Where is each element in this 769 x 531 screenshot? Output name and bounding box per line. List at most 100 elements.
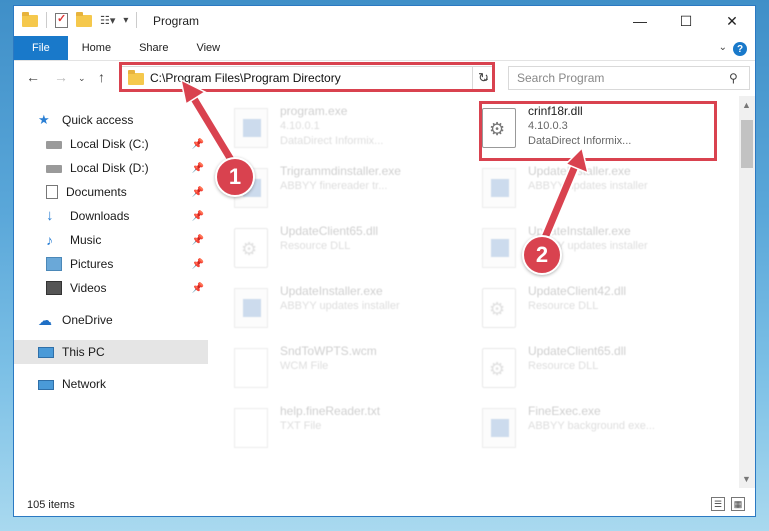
file-item[interactable]: UpdateInstaller.exe ABBYY updates instal… (482, 164, 712, 220)
nav-item-onedrive[interactable]: ☁ OneDrive (14, 308, 208, 332)
nav-item-label: Local Disk (D:) (70, 161, 149, 175)
nav-item-pictures[interactable]: Pictures 📌 (14, 252, 208, 276)
forward-arrow-icon[interactable]: → (54, 69, 68, 85)
file-item[interactable]: UpdateClient65.dll Resource DLL (482, 344, 712, 400)
file-item[interactable]: UpdateClient65.dll Resource DLL (234, 224, 464, 280)
file-name: UpdateInstaller.exe (528, 164, 631, 178)
file-item[interactable]: help.fineReader.txt TXT File (234, 404, 464, 460)
nav-item-network[interactable]: Network (14, 372, 208, 396)
nav-item-label: Pictures (70, 257, 114, 271)
nav-item-this-pc[interactable]: This PC (14, 340, 208, 364)
title-bar: ☷▾ ▾ Program — ☐ ✕ (14, 6, 755, 36)
pin-icon: 📌 (191, 282, 204, 294)
details-view-icon[interactable]: ☰ (711, 497, 725, 511)
recent-dropdown-icon[interactable]: ⌄ (78, 73, 86, 84)
file-name: help.fineReader.txt (280, 404, 381, 418)
back-arrow-icon[interactable]: ← (26, 69, 40, 85)
step-badge-2: 2 (522, 235, 562, 275)
minimize-button[interactable]: — (617, 6, 663, 36)
file-description: WCM File (280, 360, 329, 372)
file-item[interactable]: program.exe 4.10.0.1 DataDirect Informix… (234, 104, 464, 160)
pictures-icon (46, 257, 62, 271)
nav-item-label: Documents (66, 185, 127, 199)
separator (46, 12, 47, 28)
exe-file-icon (482, 408, 516, 448)
maximize-button[interactable]: ☐ (663, 6, 709, 36)
nav-item-quick-access[interactable]: ★ Quick access (14, 108, 208, 132)
pin-icon: 📌 (191, 234, 204, 246)
new-folder-icon[interactable] (76, 12, 92, 27)
nav-item-videos[interactable]: Videos 📌 (14, 276, 208, 300)
pin-icon: 📌 (191, 210, 204, 222)
expand-ribbon-icon[interactable]: ⌄ (719, 42, 727, 53)
toolbar-dropdown-icon[interactable]: ▾ (123, 15, 128, 26)
navigation-pane: ★ Quick access Local Disk (C:) 📌 Local D… (14, 96, 208, 488)
scroll-up-icon[interactable]: ▲ (742, 100, 751, 110)
document-file-icon (234, 408, 268, 448)
file-item[interactable]: SndToWPTS.wcm WCM File (234, 344, 464, 400)
file-name: UpdateInstaller.exe (280, 284, 383, 298)
tab-share[interactable]: Share (125, 36, 182, 60)
nav-item-label: Network (62, 377, 107, 391)
pin-icon: 📌 (191, 138, 204, 150)
file-description: ABBYY finereader tr... (280, 180, 388, 192)
tab-file[interactable]: File (14, 36, 68, 60)
nav-item-local-disk-c[interactable]: Local Disk (C:) 📌 (14, 132, 208, 156)
pin-icon: 📌 (191, 186, 204, 198)
tab-view[interactable]: View (182, 36, 234, 60)
step-badge-1: 1 (215, 157, 255, 197)
vertical-scrollbar[interactable]: ▲ ▼ (739, 96, 755, 488)
file-item[interactable]: UpdateInstaller.exe ABBYY updates instal… (234, 284, 464, 340)
file-item[interactable]: FineExec.exe ABBYY background exe... (482, 404, 712, 460)
help-button[interactable]: ? (733, 42, 747, 56)
file-name: UpdateClient42.dll (528, 284, 627, 298)
music-icon: ♪ (46, 232, 53, 248)
file-description: DataDirect Informix... (280, 135, 384, 147)
close-button[interactable]: ✕ (709, 6, 755, 36)
file-name: SndToWPTS.wcm (280, 344, 377, 358)
close-icon: ✕ (726, 12, 738, 29)
file-name: UpdateClient65.dll (280, 224, 379, 238)
search-box[interactable]: ⚲ (508, 66, 750, 90)
nav-item-label: Downloads (70, 209, 130, 223)
file-item[interactable]: Trigrammdinstaller.exe ABBYY finereader … (234, 164, 464, 220)
file-item[interactable]: UpdateClient42.dll Resource DLL (482, 284, 712, 340)
exe-file-icon (234, 288, 268, 328)
file-description: ABBYY updates installer (280, 300, 400, 312)
folder-icon (22, 12, 38, 27)
up-arrow-icon[interactable]: ↑ (98, 69, 105, 85)
file-highlight-box (479, 101, 717, 161)
dll-file-icon (482, 348, 516, 388)
drive-icon (46, 165, 62, 173)
file-description: Resource DLL (280, 240, 351, 252)
document-file-icon (234, 348, 268, 388)
documents-icon (46, 185, 58, 199)
tiles-view-icon[interactable]: ▦ (731, 497, 745, 511)
search-icon[interactable]: ⚲ (729, 71, 749, 85)
scroll-down-icon[interactable]: ▼ (742, 474, 751, 484)
pin-icon: 📌 (191, 162, 204, 174)
nav-item-documents[interactable]: Documents 📌 (14, 180, 208, 204)
exe-file-icon (482, 168, 516, 208)
cloud-icon: ☁ (38, 312, 52, 328)
file-description: Resource DLL (528, 360, 599, 372)
maximize-icon: ☐ (679, 12, 693, 29)
nav-item-music[interactable]: ♪ Music 📌 (14, 228, 208, 252)
nav-item-label: Videos (70, 281, 107, 295)
videos-icon (46, 281, 62, 295)
file-item[interactable]: UpdateInstaller.exe ABBYY updates instal… (482, 224, 712, 280)
scrollbar-thumb[interactable] (741, 120, 753, 168)
nav-item-downloads[interactable]: ↓ Downloads 📌 (14, 204, 208, 228)
file-name: Trigrammdinstaller.exe (280, 164, 401, 178)
tab-home[interactable]: Home (68, 36, 125, 60)
properties-icon[interactable] (55, 12, 68, 28)
nav-item-label: Local Disk (C:) (70, 137, 149, 151)
search-input[interactable] (517, 71, 729, 85)
drive-icon (46, 141, 62, 149)
dll-file-icon (234, 228, 268, 268)
customize-toolbar-icon[interactable]: ☷▾ (100, 14, 115, 27)
file-version: 4.10.0.1 (280, 120, 320, 132)
file-name: FineExec.exe (528, 404, 601, 418)
pin-icon: 📌 (191, 258, 204, 270)
nav-item-local-disk-d[interactable]: Local Disk (D:) 📌 (14, 156, 208, 180)
